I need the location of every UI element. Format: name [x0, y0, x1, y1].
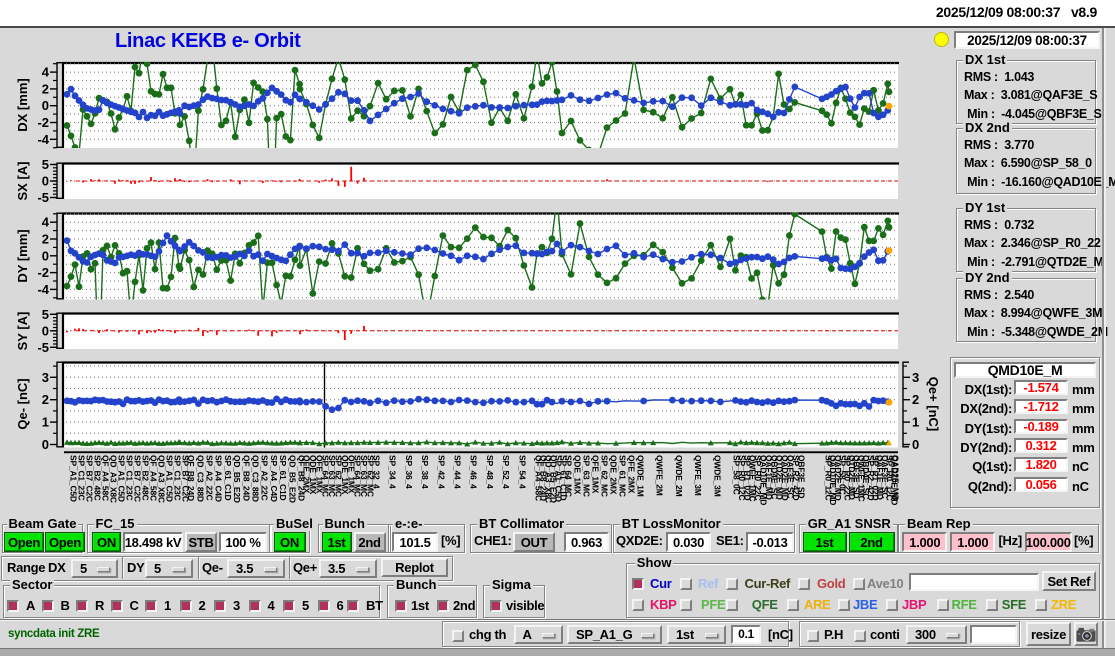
svg-text:4: 4 [42, 215, 50, 230]
svg-text:SP_A2_22C: SP_A2_22C [205, 455, 215, 501]
svg-text:SP_64_MC: SP_64_MC [564, 455, 574, 497]
svg-text:SP_61_C1D: SP_61_C1D [278, 455, 288, 501]
svg-text:SP_46_4: SP_46_4 [469, 455, 479, 489]
svg-text:DY [mm]: DY [mm] [15, 229, 30, 282]
svg-text:DX [mm]: DX [mm] [15, 78, 30, 131]
svg-text:SY [A]: SY [A] [15, 312, 30, 351]
svg-text:0: 0 [42, 323, 49, 338]
svg-text:SP_61_MC: SP_61_MC [618, 455, 628, 497]
svg-text:4: 4 [42, 65, 50, 80]
svg-text:2: 2 [42, 392, 49, 407]
svg-text:SP_42_4: SP_42_4 [436, 455, 446, 489]
svg-text:SP_A2_22C: SP_A2_22C [260, 455, 270, 501]
svg-text:SP_61_C1D: SP_61_C1D [223, 455, 233, 501]
svg-text:0: 0 [42, 437, 49, 452]
svg-text:SP_63_MC: SP_63_MC [582, 455, 592, 497]
svg-text:QFE_2MX: QFE_2MX [627, 455, 637, 494]
svg-text:1: 1 [912, 415, 919, 430]
svg-text:QWDE_1M: QWDE_1M [636, 455, 646, 497]
svg-text:5: 5 [42, 157, 49, 172]
svg-text:SP_A4_C4D: SP_A4_C4D [214, 455, 224, 502]
svg-text:SP_52_4: SP_52_4 [501, 455, 511, 489]
svg-text:3: 3 [42, 370, 49, 385]
svg-text:-5: -5 [37, 340, 49, 355]
svg-text:QDE_2MX: QDE_2MX [609, 455, 619, 495]
svg-text:QWDE_3M: QWDE_3M [712, 455, 722, 497]
svg-text:QBF3E_SD: QBF3E_SD [796, 455, 806, 498]
svg-text:-4: -4 [37, 132, 49, 147]
svg-text:3: 3 [912, 370, 919, 385]
svg-text:QD_C3_88D: QD_C3_88D [251, 455, 261, 502]
svg-text:SP_A4_C4D: SP_A4_C4D [269, 455, 279, 502]
svg-text:SP_32_4: SP_32_4 [372, 455, 382, 489]
svg-text:2: 2 [42, 81, 49, 96]
svg-text:0: 0 [42, 174, 49, 189]
svg-text:QAD2E_MD: QAD2E_MD [891, 455, 901, 501]
svg-text:0: 0 [42, 98, 49, 113]
svg-text:QF_B8_24D: QF_B8_24D [241, 455, 251, 501]
svg-text:QWDE_2M: QWDE_2M [674, 455, 684, 497]
svg-text:-2: -2 [37, 115, 49, 130]
svg-text:SP_34_4: SP_34_4 [388, 455, 398, 489]
svg-text:1: 1 [42, 415, 49, 430]
svg-text:5: 5 [42, 307, 49, 322]
svg-text:QWFE_2M: QWFE_2M [655, 455, 665, 496]
svg-text:0: 0 [42, 248, 49, 263]
svg-text:QFE_1MX: QFE_1MX [591, 455, 601, 494]
svg-text:2: 2 [912, 392, 919, 407]
svg-text:-2: -2 [37, 265, 49, 280]
svg-text:Qe- [nC]: Qe- [nC] [15, 378, 30, 429]
svg-text:SP_48_4: SP_48_4 [485, 455, 495, 489]
svg-text:QDE_1MX: QDE_1MX [573, 455, 583, 495]
svg-text:SX [A]: SX [A] [15, 162, 30, 201]
svg-text:2: 2 [42, 232, 49, 247]
svg-text:-4: -4 [37, 282, 49, 297]
svg-text:QD_B5_E2D: QD_B5_E2D [232, 455, 242, 503]
svg-text:QWFE_3M: QWFE_3M [693, 455, 703, 496]
svg-text:SP_38_4: SP_38_4 [420, 455, 430, 489]
svg-text:SP_36_4: SP_36_4 [404, 455, 414, 489]
svg-text:0: 0 [912, 437, 919, 452]
svg-text:QF_B8_24D: QF_B8_24D [186, 455, 196, 501]
svg-text:SP_62_MC: SP_62_MC [600, 455, 610, 497]
svg-text:SP_54_4: SP_54_4 [517, 455, 527, 489]
svg-text:QD_B5_E2D: QD_B5_E2D [287, 455, 297, 503]
svg-text:SP_44_4: SP_44_4 [453, 455, 463, 489]
svg-text:-5: -5 [37, 190, 49, 205]
svg-text:Qe+ [nC]: Qe+ [nC] [926, 377, 941, 432]
svg-text:QD_C3_88D: QD_C3_88D [195, 455, 205, 502]
